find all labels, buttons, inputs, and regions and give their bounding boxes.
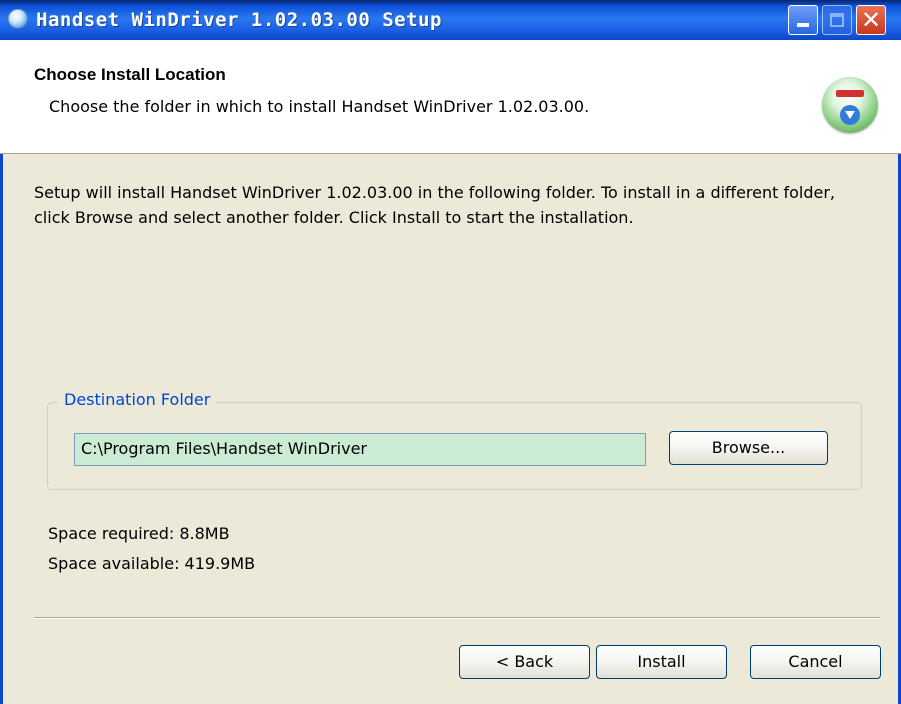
download-arrow-icon (840, 105, 860, 125)
space-available-text: Space available: 419.9MB (48, 554, 256, 573)
installer-icon (822, 77, 878, 133)
instructions-text: Setup will install Handset WinDriver 1.0… (34, 183, 836, 227)
close-icon: ✕ (860, 6, 882, 34)
destination-folder-legend: Destination Folder (58, 390, 217, 409)
browse-button[interactable]: Browse... (669, 431, 828, 465)
page-subtitle: Choose the folder in which to install Ha… (49, 97, 590, 116)
cancel-button[interactable]: Cancel (750, 645, 881, 679)
install-button[interactable]: Install (596, 645, 727, 679)
page-title: Choose Install Location (34, 65, 226, 84)
app-icon (8, 9, 28, 29)
title-bar[interactable]: Handset WinDriver 1.02.03.00 Setup ✕ (0, 0, 901, 40)
maximize-button[interactable] (822, 5, 852, 35)
close-button[interactable]: ✕ (856, 5, 886, 35)
footer-separator (34, 617, 880, 619)
window-title: Handset WinDriver 1.02.03.00 Setup (36, 9, 442, 31)
back-button[interactable]: < Back (459, 645, 590, 679)
destination-path-field[interactable]: C:\Program Files\Handset WinDriver (74, 433, 646, 466)
space-required-text: Space required: 8.8MB (48, 524, 230, 543)
header-panel: Choose Install Location Choose the folde… (0, 40, 901, 154)
minimize-button[interactable] (788, 5, 818, 35)
minimize-icon (797, 23, 809, 27)
installer-icon-label (836, 90, 864, 97)
maximize-icon (830, 13, 844, 27)
